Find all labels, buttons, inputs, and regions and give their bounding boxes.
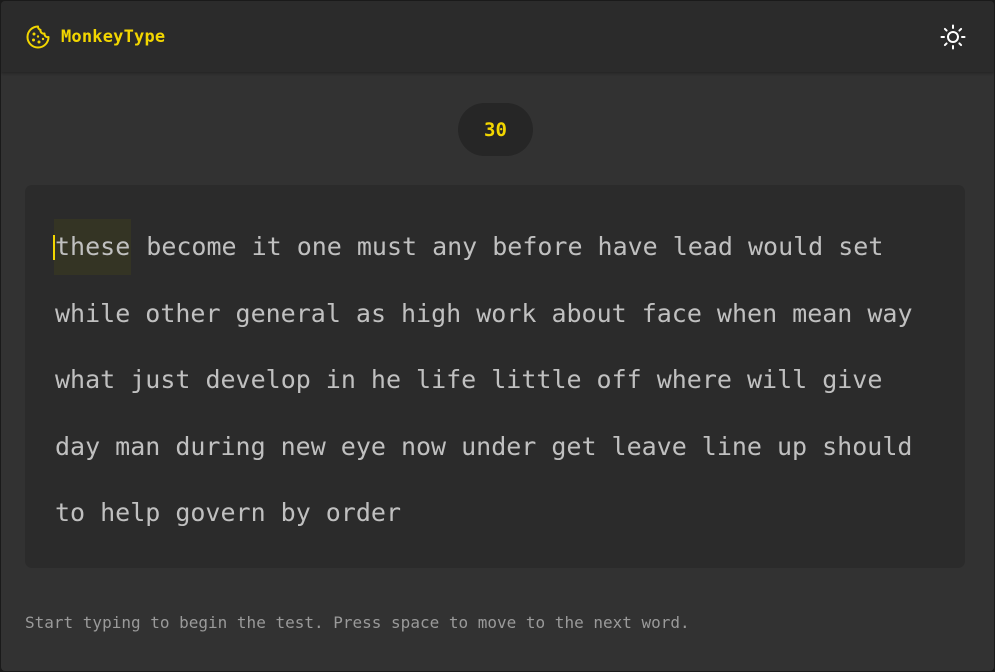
word: develop (205, 365, 311, 395)
word: line (701, 431, 762, 461)
timer-badge: 30 (458, 103, 533, 156)
word: it (251, 232, 282, 262)
word: man (115, 431, 161, 461)
word: these (53, 219, 132, 276)
word: work (476, 298, 537, 328)
word: little (491, 365, 582, 395)
word: lead (672, 232, 733, 262)
word: just (130, 365, 191, 395)
word: to (55, 498, 86, 528)
theme-toggle-button[interactable] (937, 21, 969, 53)
cookie-icon (26, 25, 50, 49)
word: by (280, 498, 311, 528)
word-line: while other general as high work about face when… (55, 281, 935, 348)
word-list: these become it one must any before have lead wou… (53, 214, 935, 547)
word: while (55, 298, 131, 328)
word: off (596, 365, 642, 395)
word: will (746, 365, 808, 395)
word: about (551, 298, 627, 328)
word: he (370, 365, 402, 395)
word: up (777, 431, 808, 461)
word: mean (792, 298, 853, 328)
word: way (867, 298, 913, 328)
word: before (492, 232, 583, 262)
top-bar: MonkeyType (1, 1, 994, 72)
typing-area[interactable]: these become it one must any before have lead wou… (25, 185, 965, 568)
sun-icon (940, 24, 966, 50)
word-line: to help govern by order (55, 480, 935, 547)
instructions-text: Start typing to begin the test. Press sp… (25, 613, 690, 632)
word: during (175, 431, 266, 461)
word: help (100, 498, 161, 528)
word: high (401, 298, 462, 328)
word: should (822, 431, 913, 461)
word-line: day man during new eye now under get leave line up… (55, 414, 935, 481)
word: any (432, 232, 478, 262)
word: under (461, 431, 537, 461)
word: in (325, 365, 356, 395)
word: now (400, 431, 447, 461)
app-title: MonkeyType (61, 27, 166, 47)
word: set (838, 232, 884, 262)
word: new (280, 431, 326, 461)
word: leave (611, 431, 687, 461)
word: have (597, 232, 658, 262)
word: face (641, 298, 702, 328)
text-caret (53, 235, 55, 261)
word: other (145, 298, 221, 328)
word-line: what just develop in he life little off where wil… (55, 347, 935, 414)
word: day (55, 431, 101, 461)
word: one (296, 232, 342, 262)
app-window: MonkeyType 30 these become it one must any bef… (1, 1, 994, 671)
word: get (551, 431, 597, 461)
word: eye (340, 431, 386, 461)
word-line: these become it one must any before have lead wou… (53, 214, 935, 281)
word: life (416, 365, 477, 395)
word: become (146, 232, 237, 262)
word: give (822, 365, 883, 395)
word: govern (175, 498, 266, 528)
word: general (235, 298, 341, 328)
word: where (656, 365, 732, 395)
word: must (356, 232, 418, 262)
word: as (355, 298, 386, 328)
word: what (55, 365, 116, 395)
word: order (325, 498, 402, 528)
logo[interactable]: MonkeyType (25, 24, 165, 50)
word: would (747, 232, 824, 262)
word: when (716, 298, 778, 328)
